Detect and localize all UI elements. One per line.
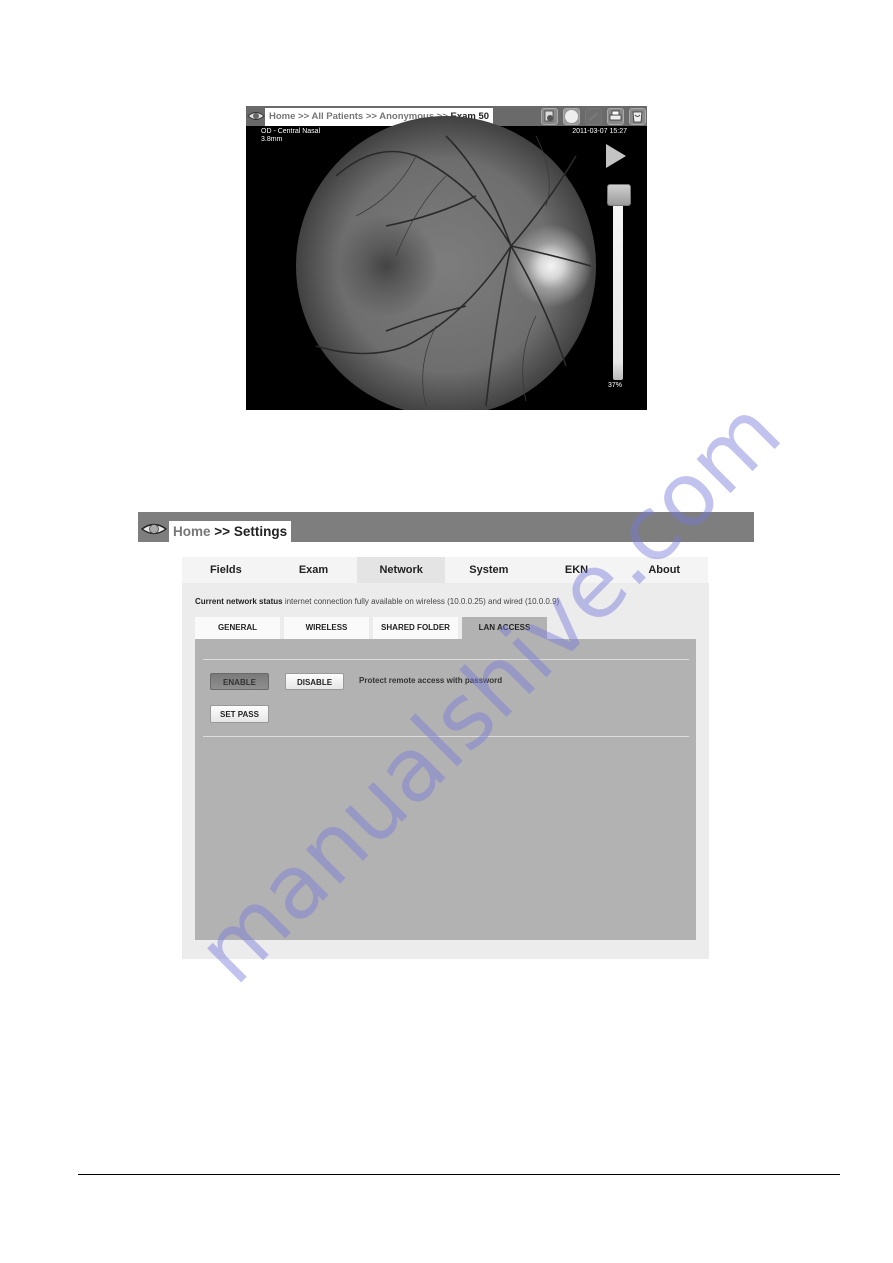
settings-breadcrumb: Home >> Settings bbox=[169, 521, 292, 542]
breadcrumb-separator: >> bbox=[214, 524, 231, 539]
subtab-general[interactable]: GENERAL bbox=[195, 617, 280, 639]
disable-button[interactable]: DISABLE bbox=[285, 673, 344, 690]
breadcrumb-current: Settings bbox=[233, 524, 288, 539]
timestamp: 2011-03-07 15:27 bbox=[572, 128, 627, 135]
eye-logo-icon[interactable] bbox=[141, 521, 167, 537]
divider bbox=[203, 736, 689, 737]
zoom-slider-value: 37% bbox=[608, 382, 623, 389]
subtab-lan-access[interactable]: LAN ACCESS bbox=[462, 617, 547, 639]
eye-position-label: OD - Central Nasal bbox=[261, 128, 321, 135]
settings-tabs: Fields Exam Network System EKN About bbox=[182, 557, 708, 583]
subtab-wireless[interactable]: WIRELESS bbox=[284, 617, 369, 639]
retina-viewer-screenshot: Home >> All Patients >> Anonymous >> Exa… bbox=[246, 106, 647, 410]
trash-icon[interactable] bbox=[629, 108, 646, 125]
settings-header: Home >> Settings bbox=[138, 512, 754, 542]
network-status-text: internet connection fully available on w… bbox=[284, 597, 560, 606]
distance-label: 3.8mm bbox=[261, 136, 283, 143]
tab-network[interactable]: Network bbox=[357, 557, 446, 583]
subtab-shared-folder[interactable]: SHARED FOLDER bbox=[373, 617, 458, 639]
settings-screenshot: Home >> Settings Fields Exam Network Sys… bbox=[138, 512, 754, 959]
eye-logo-icon[interactable] bbox=[247, 109, 265, 123]
breadcrumb-home[interactable]: Home bbox=[269, 111, 295, 122]
network-status-label: Current network status bbox=[195, 597, 283, 606]
tab-about[interactable]: About bbox=[620, 557, 708, 583]
zoom-slider-track[interactable] bbox=[613, 200, 623, 380]
enable-button[interactable]: ENABLE bbox=[210, 673, 269, 690]
play-icon[interactable] bbox=[606, 144, 626, 168]
protect-access-label: Protect remote access with password bbox=[359, 676, 503, 685]
print-icon[interactable] bbox=[607, 108, 624, 125]
tab-fields[interactable]: Fields bbox=[182, 557, 270, 583]
footer-rule bbox=[78, 1174, 840, 1175]
zoom-slider-thumb[interactable] bbox=[607, 184, 631, 206]
network-panel: Current network status internet connecti… bbox=[182, 583, 709, 959]
set-pass-button[interactable]: SET PASS bbox=[210, 705, 269, 723]
network-status: Current network status internet connecti… bbox=[195, 597, 559, 606]
breadcrumb-home[interactable]: Home bbox=[173, 524, 211, 539]
lan-access-content: ENABLE DISABLE Protect remote access wit… bbox=[195, 639, 696, 940]
tab-system[interactable]: System bbox=[445, 557, 533, 583]
fundus-image bbox=[296, 116, 596, 410]
tab-exam[interactable]: Exam bbox=[270, 557, 358, 583]
image-info: OD - Central Nasal 3.8mm bbox=[261, 128, 320, 144]
network-subtabs: GENERAL WIRELESS SHARED FOLDER LAN ACCES… bbox=[195, 617, 547, 639]
tab-ekn[interactable]: EKN bbox=[533, 557, 621, 583]
divider bbox=[203, 659, 689, 660]
retinal-vessels bbox=[315, 135, 592, 407]
